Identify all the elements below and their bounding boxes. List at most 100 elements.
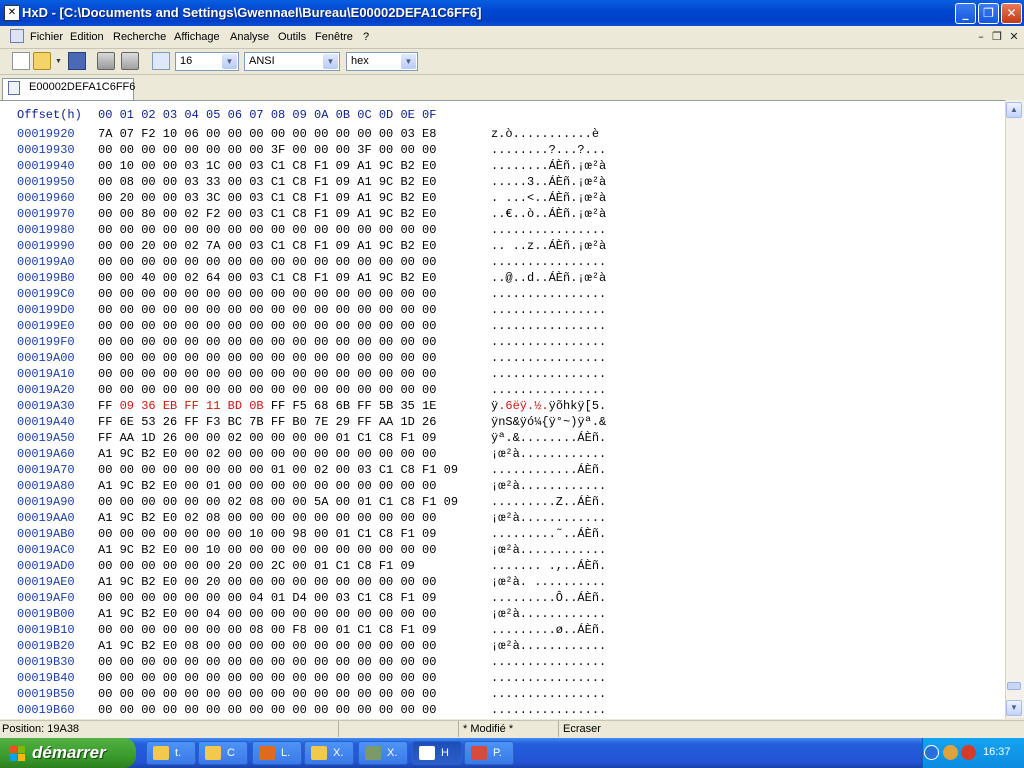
taskbar-button-4[interactable]: X. <box>358 741 408 765</box>
table-row[interactable]: 00019B40 00 00 00 00 00 00 00 00 00 00 00… <box>0 671 1000 687</box>
row-ascii-text[interactable]: ........ÁÈñ.¡œ²à <box>491 159 606 173</box>
table-row[interactable]: 000199B0 00 00 40 00 02 64 00 03 C1 C8 F1… <box>0 271 1000 287</box>
table-row[interactable]: 00019A90 00 00 00 00 00 00 02 08 00 00 5A… <box>0 495 1000 511</box>
mdi-restore-button[interactable]: ❐ <box>990 31 1004 44</box>
row-hex-bytes[interactable]: 00 00 40 00 02 64 00 03 C1 C8 F1 09 A1 9… <box>98 271 436 285</box>
row-ascii-text[interactable]: .. ..z..ÁÈñ.¡œ²à <box>491 239 606 253</box>
ascii-segment[interactable]: ÿõhkÿ[5. <box>549 399 607 413</box>
taskbar-button-5[interactable]: H <box>412 741 462 765</box>
row-ascii-text[interactable]: ÿnS&ÿó¼{ÿ°~)ÿª.& <box>491 415 606 429</box>
row-hex-bytes[interactable]: 00 00 00 00 00 00 00 00 3F 00 00 00 3F 0… <box>98 143 436 157</box>
row-ascii-text[interactable]: ..@..d..ÁÈñ.¡œ²à <box>491 271 606 285</box>
row-ascii-text[interactable]: ÿ.6ëÿ.½.ÿõhkÿ[5. <box>491 399 606 413</box>
row-ascii-text[interactable]: ..€..ò..ÁÈñ.¡œ²à <box>491 207 606 221</box>
row-ascii-text[interactable]: ................ <box>491 703 606 717</box>
row-hex-bytes[interactable]: 00 20 00 00 03 3C 00 03 C1 C8 F1 09 A1 9… <box>98 191 436 205</box>
row-hex-bytes[interactable]: FF 6E 53 26 FF F3 BC 7B FF B0 7E 29 FF A… <box>98 415 436 429</box>
row-hex-bytes[interactable]: 00 00 00 00 00 00 00 00 00 00 00 00 00 0… <box>98 319 436 333</box>
row-ascii-text[interactable]: ÿª.&........ÁÈñ. <box>491 431 606 445</box>
row-hex-bytes[interactable]: A1 9C B2 E0 08 00 00 00 00 00 00 00 00 0… <box>98 639 436 653</box>
row-hex-bytes[interactable]: 00 00 00 00 00 00 00 00 00 00 00 00 00 0… <box>98 687 436 701</box>
row-hex-bytes[interactable]: 00 10 00 00 03 1C 00 03 C1 C8 F1 09 A1 9… <box>98 159 436 173</box>
row-width-icon[interactable] <box>152 52 170 70</box>
row-hex-bytes[interactable]: 00 00 00 00 00 00 00 00 00 00 00 00 00 0… <box>98 255 436 269</box>
table-row[interactable]: 00019AA0 A1 9C B2 E0 02 08 00 00 00 00 00… <box>0 511 1000 527</box>
row-hex-bytes[interactable]: 00 08 00 00 03 33 00 03 C1 C8 F1 09 A1 9… <box>98 175 436 189</box>
table-row[interactable]: 00019B10 00 00 00 00 00 00 00 08 00 F8 00… <box>0 623 1000 639</box>
chevron-down-icon[interactable]: ▼ <box>222 54 237 69</box>
row-ascii-text[interactable]: ........?...?... <box>491 143 606 157</box>
row-hex-bytes[interactable]: A1 9C B2 E0 00 20 00 00 00 00 00 00 00 0… <box>98 575 436 589</box>
taskbar-button-6[interactable]: P. <box>464 741 514 765</box>
row-ascii-text[interactable]: .........Ô..ÁÈñ. <box>491 591 606 605</box>
table-row[interactable]: 00019A60 A1 9C B2 E0 00 02 00 00 00 00 00… <box>0 447 1000 463</box>
row-ascii-text[interactable]: ¡œ²à............ <box>491 607 606 621</box>
row-hex-bytes[interactable]: 00 00 00 00 00 00 00 08 00 F8 00 01 C1 C… <box>98 623 436 637</box>
table-row[interactable]: 000199F0 00 00 00 00 00 00 00 00 00 00 00… <box>0 335 1000 351</box>
minimize-button[interactable]: _ <box>955 3 976 24</box>
table-row[interactable]: 00019B00 A1 9C B2 E0 00 04 00 00 00 00 00… <box>0 607 1000 623</box>
row-ascii-text[interactable]: ................ <box>491 287 606 301</box>
row-hex-bytes[interactable]: A1 9C B2 E0 02 08 00 00 00 00 00 00 00 0… <box>98 511 436 525</box>
scroll-up-arrow-icon[interactable]: ▲ <box>1006 102 1022 118</box>
menu-analyse[interactable]: Analyse <box>230 31 269 43</box>
table-row[interactable]: 00019B60 00 00 00 00 00 00 00 00 00 00 00… <box>0 703 1000 719</box>
table-row[interactable]: 00019A80 A1 9C B2 E0 00 01 00 00 00 00 00… <box>0 479 1000 495</box>
table-row[interactable]: 000199C0 00 00 00 00 00 00 00 00 00 00 00… <box>0 287 1000 303</box>
table-row[interactable]: 00019A50 FF AA 1D 26 00 00 02 00 00 00 00… <box>0 431 1000 447</box>
row-ascii-text[interactable]: ¡œ²à............ <box>491 639 606 653</box>
vertical-scrollbar[interactable] <box>1005 100 1024 718</box>
row-hex-bytes[interactable]: 00 00 00 00 00 00 00 00 00 00 00 00 00 0… <box>98 303 436 317</box>
hex-bytes-segment[interactable]: FF <box>98 399 120 413</box>
taskbar-button-2[interactable]: L. <box>252 741 302 765</box>
row-ascii-text[interactable]: z.ò...........è <box>491 127 599 141</box>
table-row[interactable]: 00019A30 FF 09 36 EB FF 11 BD 0B FF F5 68… <box>0 399 1000 415</box>
row-ascii-text[interactable]: ................ <box>491 671 606 685</box>
table-row[interactable]: 00019920 7A 07 F2 10 06 00 00 00 00 00 00… <box>0 127 1000 143</box>
row-ascii-text[interactable]: .........ø..ÁÈñ. <box>491 623 606 637</box>
hxd-app-icon[interactable]: ✕ <box>4 5 20 21</box>
row-hex-bytes[interactable]: 00 00 00 00 00 00 00 00 00 00 00 00 00 0… <box>98 383 436 397</box>
offset-base-select[interactable]: hex ▼ <box>346 52 418 71</box>
open-dropdown-arrow-icon[interactable]: ▼ <box>55 58 62 65</box>
row-ascii-text[interactable]: ................ <box>491 335 606 349</box>
taskbar-button-0[interactable]: t. <box>146 741 196 765</box>
menu-fenetre[interactable]: Fenêtre <box>315 31 353 43</box>
scroll-thumb[interactable] <box>1007 682 1021 690</box>
row-hex-bytes[interactable]: A1 9C B2 E0 00 02 00 00 00 00 00 00 00 0… <box>98 447 436 461</box>
row-hex-bytes[interactable]: 00 00 00 00 00 00 00 00 00 00 00 00 00 0… <box>98 223 436 237</box>
table-row[interactable]: 000199D0 00 00 00 00 00 00 00 00 00 00 00… <box>0 303 1000 319</box>
tray-security-icon[interactable] <box>961 745 976 760</box>
row-ascii-text[interactable]: .....3..ÁÈñ.¡œ²à <box>491 175 606 189</box>
row-hex-bytes[interactable]: 00 00 00 00 00 00 00 00 00 00 00 00 00 0… <box>98 703 436 717</box>
table-row[interactable]: 00019A20 00 00 00 00 00 00 00 00 00 00 00… <box>0 383 1000 399</box>
row-ascii-text[interactable]: ¡œ²à............ <box>491 543 606 557</box>
table-row[interactable]: 00019AF0 00 00 00 00 00 00 00 04 01 D4 00… <box>0 591 1000 607</box>
row-ascii-text[interactable]: ................ <box>491 223 606 237</box>
menu-recherche[interactable]: Recherche <box>113 31 166 43</box>
bytes-per-row-select[interactable]: 16 ▼ <box>175 52 239 71</box>
scroll-down-arrow-icon[interactable]: ▼ <box>1006 700 1022 716</box>
table-row[interactable]: 000199A0 00 00 00 00 00 00 00 00 00 00 00… <box>0 255 1000 271</box>
row-ascii-text[interactable]: ................ <box>491 303 606 317</box>
row-hex-bytes[interactable]: 00 00 20 00 02 7A 00 03 C1 C8 F1 09 A1 9… <box>98 239 436 253</box>
taskbar-button-3[interactable]: X. <box>304 741 354 765</box>
mdi-close-button[interactable]: ✕ <box>1007 31 1021 44</box>
menu-edition[interactable]: Edition <box>70 31 104 43</box>
document-icon[interactable] <box>10 29 24 43</box>
menu-outils[interactable]: Outils <box>278 31 306 43</box>
row-ascii-text[interactable]: ................ <box>491 255 606 269</box>
row-ascii-text[interactable]: ¡œ²à. .......... <box>491 575 606 589</box>
row-ascii-text[interactable]: ................ <box>491 383 606 397</box>
row-ascii-text[interactable]: .........˜..ÁÈñ. <box>491 527 606 541</box>
row-ascii-text[interactable]: ................ <box>491 351 606 365</box>
new-file-icon[interactable] <box>12 52 30 70</box>
row-hex-bytes[interactable]: A1 9C B2 E0 00 10 00 00 00 00 00 00 00 0… <box>98 543 436 557</box>
row-ascii-text[interactable]: ¡œ²à............ <box>491 511 606 525</box>
disk-icon[interactable] <box>97 52 115 70</box>
charset-select[interactable]: ANSI ▼ <box>244 52 340 71</box>
row-ascii-text[interactable]: .........Z..ÁÈñ. <box>491 495 606 509</box>
table-row[interactable]: 00019AE0 A1 9C B2 E0 00 20 00 00 00 00 00… <box>0 575 1000 591</box>
table-row[interactable]: 00019AC0 A1 9C B2 E0 00 10 00 00 00 00 00… <box>0 543 1000 559</box>
restore-button[interactable]: ❐ <box>978 3 999 24</box>
